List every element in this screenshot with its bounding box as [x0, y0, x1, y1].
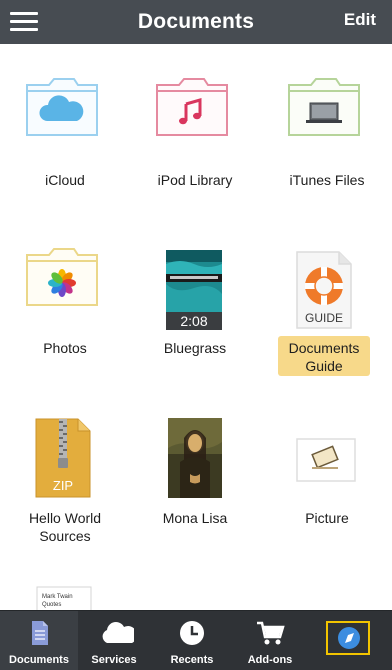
tab-bar: Documents Services Recents Add-ons — [0, 610, 392, 670]
documents-icon — [32, 621, 48, 645]
page-title: Documents — [137, 10, 255, 33]
grid-item-picture[interactable]: Picture — [262, 382, 392, 552]
cloud-icon — [102, 622, 134, 643]
tab-browser[interactable] — [314, 611, 392, 670]
document-thumbnail: Mark Twain Quotes — [36, 586, 92, 610]
grid-item-document[interactable]: Mark Twain Quotes — [0, 552, 130, 610]
zip-badge: ZIP — [53, 478, 73, 493]
tab-label: Add-ons — [247, 654, 293, 666]
grid-item-hello-world-sources[interactable]: ZIP Hello World Sources — [0, 382, 130, 552]
clock-icon — [180, 621, 204, 645]
grid-item-mona-lisa[interactable]: Mona Lisa — [130, 382, 260, 552]
tab-documents[interactable]: Documents — [0, 611, 78, 670]
guide-badge: GUIDE — [305, 311, 343, 325]
tab-recents[interactable]: Recents — [153, 611, 231, 670]
edit-button[interactable]: Edit — [344, 0, 376, 44]
grid-item-icloud[interactable]: iCloud — [0, 44, 130, 204]
photos-folder-icon — [26, 248, 98, 306]
item-label-line2: Guide — [305, 358, 343, 374]
menu-icon[interactable] — [10, 9, 38, 33]
item-label: iTunes Files — [289, 172, 365, 188]
item-label: iCloud — [45, 172, 85, 188]
tab-services[interactable]: Services — [75, 611, 153, 670]
music-folder-icon — [156, 78, 228, 136]
grid-item-itunes-files[interactable]: iTunes Files — [262, 44, 392, 204]
grid-item-bluegrass[interactable]: 2:08 Bluegrass — [130, 212, 260, 382]
grid-item-ipod-library[interactable]: iPod Library — [130, 44, 260, 204]
item-label: Photos — [43, 340, 87, 356]
video-duration: 2:08 — [180, 313, 207, 329]
tab-label: Recents — [170, 654, 214, 666]
tab-label: Documents — [9, 654, 69, 666]
navigation-bar: Documents Edit — [0, 0, 392, 44]
item-label: iPod Library — [157, 172, 233, 188]
picture-thumbnail — [296, 438, 356, 482]
item-label-line2: Sources — [39, 528, 91, 544]
tab-add-ons[interactable]: Add-ons — [231, 611, 309, 670]
item-label: Mona Lisa — [162, 510, 228, 526]
item-label-line1: Hello World — [28, 510, 102, 526]
guide-document-icon: GUIDE — [296, 251, 352, 329]
document-snippet-line2: Quotes — [42, 602, 61, 608]
item-label: Picture — [305, 510, 349, 526]
item-label-line1: Documents — [288, 340, 360, 356]
video-thumbnail: 2:08 — [166, 250, 222, 330]
grid-item-photos[interactable]: Photos — [0, 212, 130, 382]
documents-grid: iCloud iPod Library iTunes Files Photos … — [0, 44, 392, 610]
icloud-folder-icon — [26, 78, 98, 136]
image-thumbnail — [168, 418, 222, 498]
item-label: Bluegrass — [163, 340, 227, 356]
document-snippet-line1: Mark Twain — [42, 594, 73, 600]
tab-label: Services — [91, 654, 137, 666]
grid-item-documents-guide[interactable]: GUIDE Documents Guide — [262, 212, 392, 382]
compass-icon — [338, 627, 360, 649]
zip-file-icon: ZIP — [35, 418, 91, 498]
itunes-folder-icon — [288, 78, 360, 136]
cart-icon — [257, 621, 285, 645]
